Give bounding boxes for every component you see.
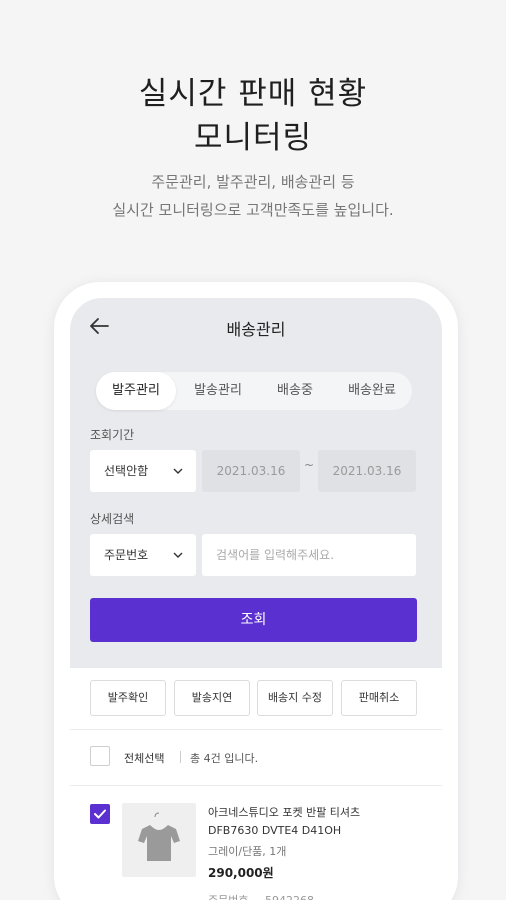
period-select[interactable]: 선택안함: [90, 450, 196, 492]
order-number-value: 5942268: [265, 892, 314, 900]
tab-in-delivery[interactable]: 배송중: [260, 372, 330, 410]
period-select-value: 선택안함: [104, 464, 149, 478]
page-title: 배송관리: [226, 320, 286, 339]
hero-title-line1: 실시간 판매 현황: [138, 76, 368, 112]
hero-title-line2: 모니터링: [193, 120, 313, 156]
delay-shipping-button[interactable]: 발송지연: [174, 680, 250, 716]
action-bar: 발주확인 발송지연 배송지 수정 판매취소: [70, 668, 442, 730]
status-tabs: 발주관리 발송관리 배송중 배송완료: [96, 372, 412, 410]
edit-address-button[interactable]: 배송지 수정: [257, 680, 333, 716]
detail-select[interactable]: 주문번호: [90, 534, 196, 576]
chevron-down-icon: [173, 468, 183, 474]
tab-delivered[interactable]: 배송완료: [332, 372, 412, 410]
search-button[interactable]: 조회: [90, 598, 417, 642]
tab-shipping-manage[interactable]: 발송관리: [178, 372, 258, 410]
chevron-down-icon: [173, 552, 183, 558]
product-image[interactable]: [122, 803, 196, 877]
period-label: 조회기간: [90, 428, 135, 442]
confirm-order-button[interactable]: 발주확인: [90, 680, 166, 716]
divider: [180, 751, 181, 763]
search-input[interactable]: 검색어를 입력해주세요.: [202, 534, 416, 576]
select-all-checkbox[interactable]: [90, 746, 110, 766]
tab-order[interactable]: 발주관리: [96, 372, 176, 410]
select-all-label: 전체선택: [124, 752, 165, 765]
check-icon: [94, 809, 106, 819]
date-to-field[interactable]: 2021.03.16: [318, 450, 416, 492]
product-option: 그레이/단품, 1개: [208, 845, 287, 858]
product-checkbox[interactable]: [90, 804, 110, 824]
product-price: 290,000원: [208, 866, 274, 880]
select-all-row: 전체선택 총 4건 입니다.: [70, 730, 442, 786]
order-number-label: 주문번호: [208, 892, 248, 900]
product-code: DFB7630 DVTE4 D41OH: [208, 824, 342, 837]
hero-subtitle-line2: 실시간 모니터링으로 고객만족도를 높입니다.: [112, 201, 394, 219]
cancel-sale-button[interactable]: 판매취소: [341, 680, 417, 716]
app-screen: 배송관리 발주관리 발송관리 배송중 배송완료 조회기간 선택안함 2021.0…: [70, 298, 442, 900]
hero-subtitle: 주문관리, 발주관리, 배송관리 등 실시간 모니터링으로 고객만족도를 높입니…: [0, 168, 506, 224]
hero-subtitle-line1: 주문관리, 발주관리, 배송관리 등: [151, 173, 355, 191]
detail-select-value: 주문번호: [104, 548, 149, 562]
phone-frame: 배송관리 발주관리 발송관리 배송중 배송완료 조회기간 선택안함 2021.0…: [54, 282, 458, 900]
hero-title: 실시간 판매 현황 모니터링: [0, 72, 506, 160]
tshirt-icon: [138, 812, 180, 861]
detail-search-label: 상세검색: [90, 512, 135, 526]
date-from-field[interactable]: 2021.03.16: [202, 450, 300, 492]
product-name[interactable]: 아크네스튜디오 포켓 반팔 티셔츠: [208, 804, 360, 822]
total-count: 총 4건 입니다.: [190, 752, 259, 765]
date-separator: ~: [304, 458, 315, 472]
